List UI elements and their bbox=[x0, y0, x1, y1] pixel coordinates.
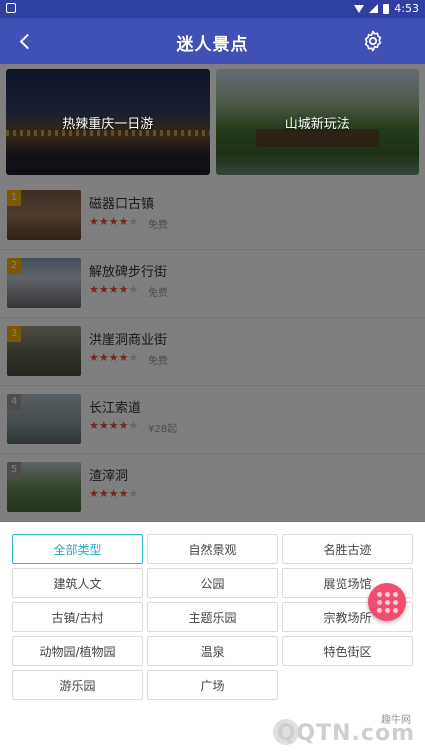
banner-caption: 热辣重庆一日游 bbox=[62, 117, 154, 132]
filter-chip[interactable]: 动物园/植物园 bbox=[12, 636, 143, 666]
dim-overlay[interactable] bbox=[0, 64, 425, 522]
dot-icon bbox=[384, 599, 390, 605]
category-grid: 全部类型 自然景观 名胜古迹 建筑人文 公园 展览场馆 古镇/古村 主题乐园 宗… bbox=[12, 534, 413, 700]
dot-icon bbox=[392, 591, 398, 597]
filter-chip[interactable]: 公园 bbox=[147, 568, 278, 598]
filter-chip[interactable]: 古镇/古村 bbox=[12, 602, 143, 632]
app-bar: 迷人景点 bbox=[0, 18, 425, 64]
wifi-icon bbox=[354, 4, 365, 13]
filter-chip[interactable]: 建筑人文 bbox=[12, 568, 143, 598]
filter-chip[interactable]: 游乐园 bbox=[12, 670, 143, 700]
dot-icon bbox=[376, 599, 382, 605]
dot-icon bbox=[384, 607, 390, 613]
status-time: 4:53 bbox=[394, 2, 419, 15]
dot-icon bbox=[392, 599, 398, 605]
gear-icon[interactable] bbox=[361, 29, 385, 53]
battery-icon bbox=[383, 3, 390, 14]
filter-chip[interactable]: 特色街区 bbox=[282, 636, 413, 666]
dot-icon bbox=[392, 607, 398, 613]
notification-icon bbox=[6, 3, 16, 13]
watermark-text: QQTN.com bbox=[276, 721, 415, 746]
filter-chip[interactable]: 广场 bbox=[147, 670, 278, 700]
filter-chip[interactable]: 主题乐园 bbox=[147, 602, 278, 632]
signal-icon bbox=[369, 4, 379, 13]
dot-icon bbox=[376, 607, 382, 613]
menu-fab-button[interactable] bbox=[368, 583, 406, 621]
dot-icon bbox=[384, 591, 390, 597]
filter-chip[interactable]: 名胜古迹 bbox=[282, 534, 413, 564]
status-bar: 4:53 bbox=[0, 0, 425, 18]
dot-icon bbox=[376, 591, 382, 597]
filter-chip-all[interactable]: 全部类型 bbox=[12, 534, 143, 564]
filter-chip[interactable]: 温泉 bbox=[147, 636, 278, 666]
filter-chip[interactable]: 自然景观 bbox=[147, 534, 278, 564]
watermark: 趣牛网 QQTN.com bbox=[269, 711, 419, 751]
banner-caption: 山城新玩法 bbox=[284, 117, 350, 132]
